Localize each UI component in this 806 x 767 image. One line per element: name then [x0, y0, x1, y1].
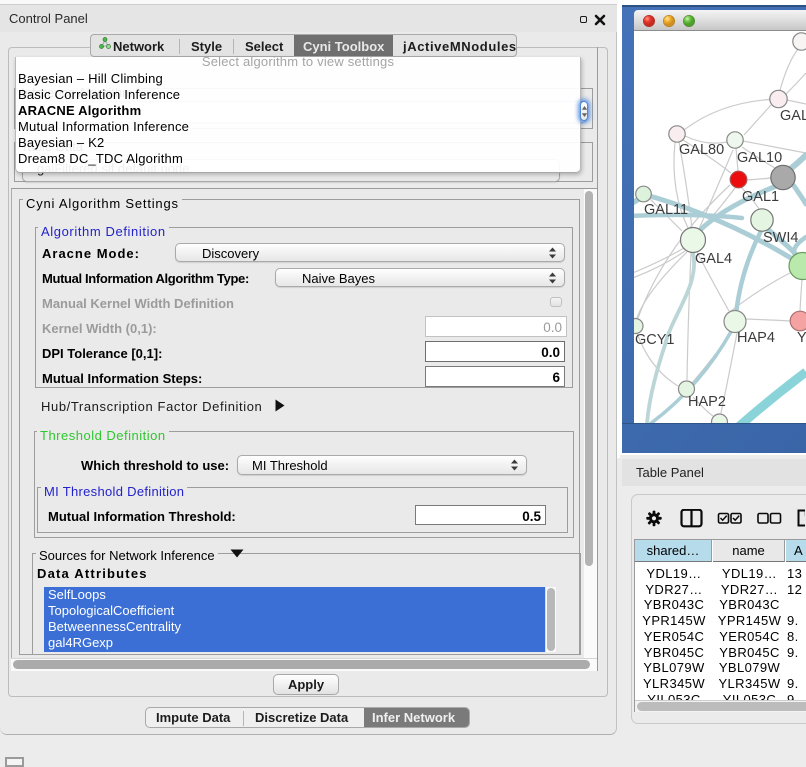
svg-text:GAL4: GAL4 [695, 251, 732, 267]
svg-text:SWI4: SWI4 [763, 230, 798, 246]
svg-text:GCY1: GCY1 [635, 332, 675, 348]
svg-text:GAL80: GAL80 [679, 142, 724, 158]
svg-text:GAL11: GAL11 [644, 202, 688, 218]
svg-text:HAP2: HAP2 [688, 394, 726, 410]
svg-text:GAL10: GAL10 [737, 150, 782, 166]
svg-text:HAP4: HAP4 [737, 330, 775, 346]
svg-text:GALS: GALS [780, 108, 806, 124]
svg-text:GAL1: GAL1 [742, 189, 779, 205]
svg-text:Y: Y [797, 330, 806, 346]
